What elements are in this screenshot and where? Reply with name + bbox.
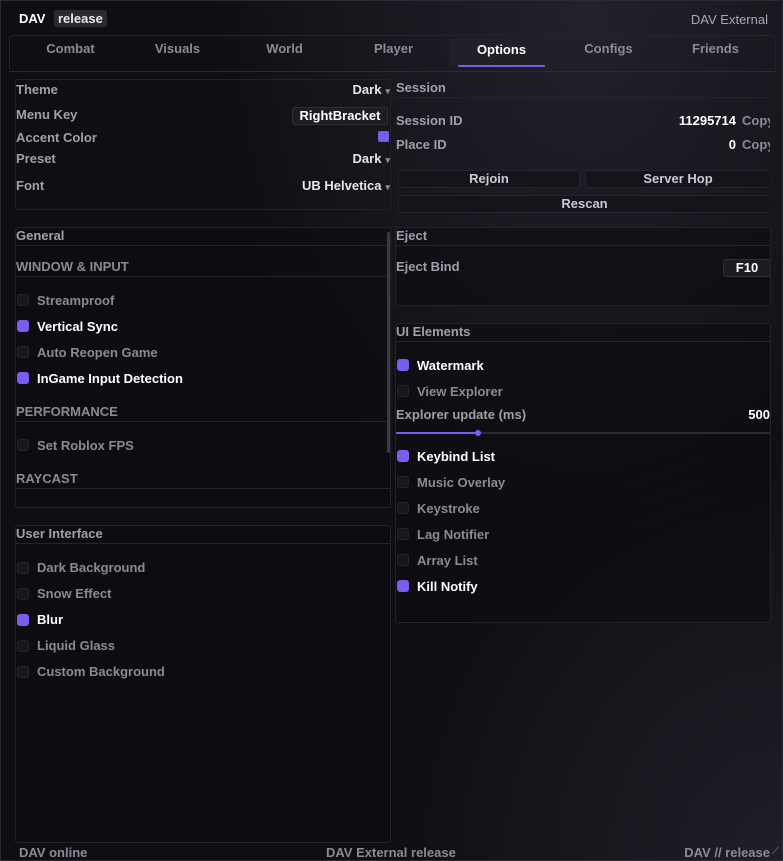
liquid-glass-checkbox[interactable] (17, 640, 29, 652)
divider (396, 341, 770, 342)
eject-panel: Eject Eject Bind F10 (395, 227, 771, 306)
tab-combat[interactable]: Combat (17, 36, 124, 69)
place-id-label: Place ID (396, 137, 447, 152)
divider (16, 245, 390, 246)
copy-place-button[interactable]: Copy (742, 137, 770, 152)
release-badge: release (54, 10, 107, 27)
set-fps-label[interactable]: Set Roblox FPS (37, 438, 134, 453)
vertical-sync-checkbox[interactable] (17, 320, 29, 332)
snow-effect-checkbox[interactable] (17, 588, 29, 600)
server-hop-button[interactable]: Server Hop (585, 170, 770, 188)
watermark-label[interactable]: Watermark (417, 358, 484, 373)
general-panel: General WINDOW & INPUT Streamproof Verti… (15, 227, 391, 508)
divider (16, 543, 390, 544)
blur-checkbox[interactable] (17, 614, 29, 626)
tab-options[interactable]: Options (450, 38, 553, 67)
ui-elements-panel: UI Elements Watermark View Explorer Expl… (395, 323, 771, 623)
lag-notifier-checkbox[interactable] (397, 528, 409, 540)
lag-notifier-label[interactable]: Lag Notifier (417, 527, 489, 542)
explorer-update-label: Explorer update (ms) (396, 407, 527, 422)
footer-right: DAV // release (684, 845, 770, 860)
tab-visuals[interactable]: Visuals (124, 36, 231, 69)
array-list-label[interactable]: Array List (417, 553, 478, 568)
general-title: General (16, 228, 65, 243)
music-overlay-checkbox[interactable] (397, 476, 409, 488)
session-id-value: 11295714 (678, 113, 736, 128)
divider (16, 421, 390, 422)
custom-background-checkbox[interactable] (17, 666, 29, 678)
view-explorer-checkbox[interactable] (397, 385, 409, 397)
user-interface-title: User Interface (16, 526, 103, 541)
vertical-sync-label[interactable]: Vertical Sync (37, 319, 118, 334)
streamproof-label[interactable]: Streamproof (37, 293, 114, 308)
keystroke-label[interactable]: Keystroke (417, 501, 480, 516)
keystroke-checkbox[interactable] (397, 502, 409, 514)
footer-center: DAV External release (326, 845, 456, 860)
keybind-list-checkbox[interactable] (397, 450, 409, 462)
tab-separator (9, 71, 776, 72)
ingame-input-checkbox[interactable] (17, 372, 29, 384)
slider-handle[interactable] (475, 430, 482, 436)
explorer-update-slider[interactable] (396, 430, 770, 436)
snow-effect-label[interactable]: Snow Effect (37, 586, 111, 601)
tab-bar: Combat Visuals World Player Options Conf… (9, 35, 776, 69)
liquid-glass-label[interactable]: Liquid Glass (37, 638, 115, 653)
app-window: DAV release DAV External Combat Visuals … (0, 0, 783, 861)
session-id-row: Session ID 11295714 Copy (396, 113, 770, 131)
kill-notify-label[interactable]: Kill Notify (417, 579, 478, 594)
brand-name: DAV (19, 11, 46, 26)
divider (396, 97, 770, 98)
rejoin-button[interactable]: Rejoin (398, 170, 580, 188)
raycast-header: RAYCAST (16, 471, 78, 486)
session-panel: Session Session ID 11295714 Copy Place I… (395, 77, 771, 214)
dark-background-label[interactable]: Dark Background (37, 560, 145, 575)
general-scrollbar[interactable] (387, 232, 390, 453)
explorer-update-value: 500 (748, 407, 770, 422)
user-interface-panel: User Interface Dark Background Snow Effe… (15, 525, 391, 843)
streamproof-checkbox[interactable] (17, 294, 29, 306)
copy-session-button[interactable]: Copy (742, 113, 770, 128)
divider (16, 488, 390, 489)
window-title: DAV External (690, 12, 768, 27)
eject-bind-button[interactable]: F10 (723, 259, 770, 277)
eject-title: Eject (396, 228, 428, 243)
window-input-header: WINDOW & INPUT (16, 259, 129, 274)
custom-background-label[interactable]: Custom Background (37, 664, 165, 679)
session-title: Session (396, 80, 446, 95)
auto-reopen-label[interactable]: Auto Reopen Game (37, 345, 158, 360)
appearance-panel-border (15, 79, 391, 210)
ingame-input-label[interactable]: InGame Input Detection (37, 371, 183, 386)
tab-world[interactable]: World (231, 36, 338, 69)
tab-player[interactable]: Player (340, 36, 447, 69)
session-id-label: Session ID (396, 113, 463, 128)
resize-grip-icon[interactable]: ⟋ (772, 846, 779, 857)
blur-label[interactable]: Blur (37, 612, 63, 627)
tab-configs[interactable]: Configs (555, 36, 662, 69)
tab-friends[interactable]: Friends (662, 36, 769, 69)
performance-header: PERFORMANCE (16, 404, 118, 419)
music-overlay-label[interactable]: Music Overlay (417, 475, 505, 490)
dark-background-checkbox[interactable] (17, 562, 29, 574)
kill-notify-checkbox[interactable] (397, 580, 409, 592)
divider (396, 245, 770, 246)
view-explorer-label[interactable]: View Explorer (417, 384, 503, 399)
place-id-row: Place ID 0 Copy (396, 137, 770, 155)
auto-reopen-checkbox[interactable] (17, 346, 29, 358)
footer-status: DAV online (19, 845, 88, 860)
set-fps-checkbox[interactable] (17, 439, 29, 451)
array-list-checkbox[interactable] (397, 554, 409, 566)
slider-fill (396, 432, 479, 434)
status-bar: DAV online DAV External release DAV // r… (1, 844, 783, 861)
place-id-value: 0 (728, 137, 736, 152)
watermark-checkbox[interactable] (397, 359, 409, 371)
eject-bind-label: Eject Bind (396, 259, 460, 274)
keybind-list-label[interactable]: Keybind List (417, 449, 495, 464)
divider (16, 276, 390, 277)
rescan-button[interactable]: Rescan (398, 195, 770, 213)
ui-elements-title: UI Elements (396, 324, 471, 339)
